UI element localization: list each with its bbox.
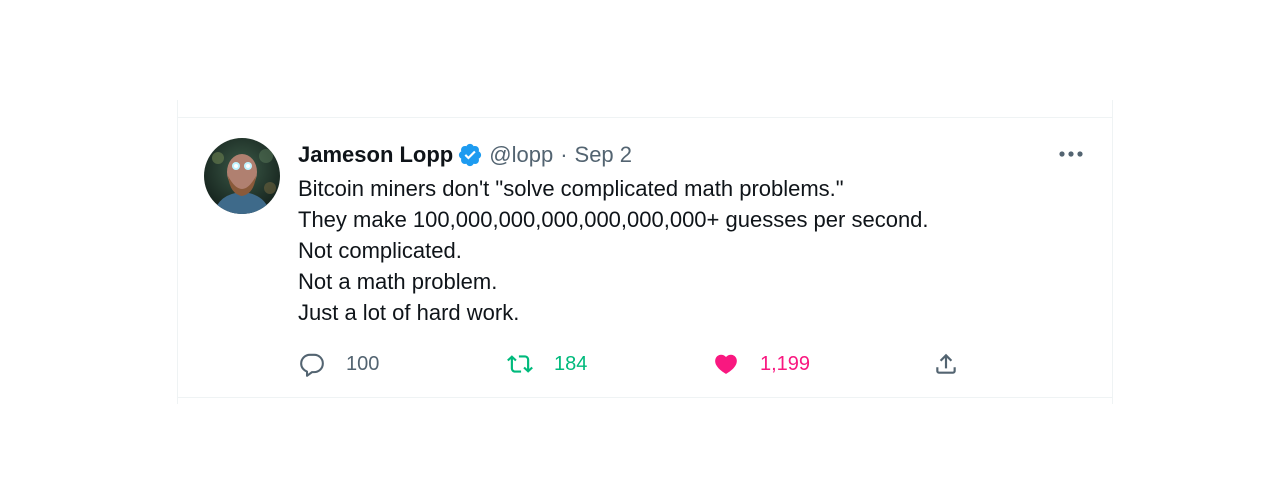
top-divider — [178, 117, 1112, 118]
tweet-card[interactable]: Jameson Lopp @lopp · Sep 2 Bitcoin miner… — [177, 100, 1113, 404]
tweet-text-line: They make 100,000,000,000,000,000,000+ g… — [298, 207, 929, 232]
reply-count: 100 — [346, 352, 380, 375]
tweet-text-line: Not a math problem. — [298, 269, 498, 294]
avatar-image — [204, 138, 280, 214]
action-bar: 100 184 1,199 — [298, 346, 998, 382]
heart-icon — [712, 350, 740, 378]
share-button[interactable] — [932, 346, 960, 382]
like-count: 1,199 — [760, 352, 811, 375]
like-button[interactable]: 1,199 — [712, 346, 810, 382]
tweet-text-line: Bitcoin miners don't "solve complicated … — [298, 176, 844, 201]
retweet-count: 184 — [554, 352, 588, 375]
reply-icon — [298, 350, 326, 378]
tweet-text-line: Just a lot of hard work. — [298, 300, 520, 325]
tweet-header: Jameson Lopp @lopp · Sep 2 — [298, 140, 632, 170]
verified-badge-icon — [457, 142, 483, 168]
retweet-icon — [506, 350, 534, 378]
tweet-date[interactable]: Sep 2 — [575, 142, 633, 168]
author-handle[interactable]: @lopp — [489, 142, 553, 168]
retweet-button[interactable]: 184 — [506, 346, 587, 382]
bottom-divider — [178, 397, 1112, 398]
separator-dot: · — [560, 142, 568, 167]
tweet-text: Bitcoin miners don't "solve complicated … — [298, 173, 1078, 328]
author-name[interactable]: Jameson Lopp — [298, 142, 453, 168]
avatar[interactable] — [204, 138, 280, 214]
tweet-text-line: Not complicated. — [298, 238, 462, 263]
more-options-icon[interactable] — [1056, 144, 1086, 164]
reply-button[interactable]: 100 — [298, 346, 379, 382]
share-icon — [932, 350, 960, 378]
